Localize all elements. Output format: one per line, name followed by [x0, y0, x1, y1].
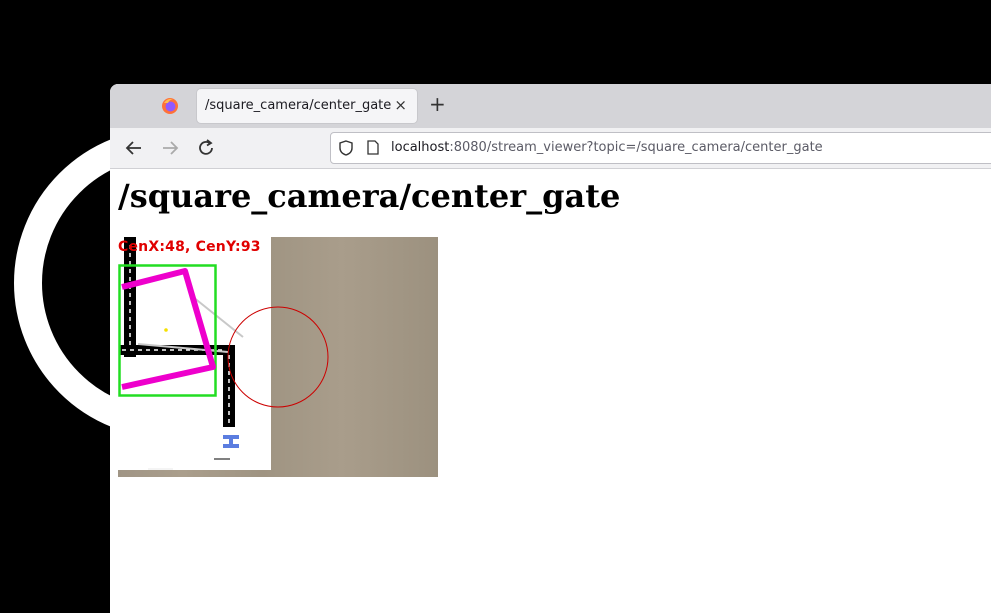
- detection-overlay: [118, 237, 329, 470]
- reload-icon[interactable]: [194, 136, 218, 160]
- firefox-icon[interactable]: [161, 97, 179, 115]
- back-arrow-icon[interactable]: [122, 136, 146, 160]
- url-bar[interactable]: localhost:8080/stream_viewer?topic=/squa…: [330, 132, 991, 164]
- center-dot: [164, 328, 168, 332]
- shield-icon[interactable]: [339, 140, 353, 156]
- page-content: /square_camera/center_gate CenX:48, CenY…: [110, 169, 991, 613]
- tab-bar: /square_camera/center_gate × +: [110, 84, 991, 128]
- page-title: /square_camera/center_gate: [118, 177, 621, 215]
- page-icon[interactable]: [367, 140, 379, 155]
- close-tab-icon[interactable]: ×: [394, 96, 407, 114]
- tab-title: /square_camera/center_gate: [205, 98, 392, 113]
- browser-window: /square_camera/center_gate × + localhost…: [110, 84, 991, 613]
- target-circle: [227, 306, 329, 408]
- camera-stream-image: CenX:48, CenY:93: [118, 237, 438, 477]
- tab-active[interactable]: /square_camera/center_gate ×: [197, 89, 417, 123]
- forward-arrow-icon[interactable]: [158, 136, 182, 160]
- center-coordinates-label: CenX:48, CenY:93: [118, 239, 261, 255]
- navigation-bar: localhost:8080/stream_viewer?topic=/squa…: [110, 128, 991, 169]
- url-path: :8080/stream_viewer?topic=/square_camera…: [449, 140, 823, 155]
- url-text: localhost:8080/stream_viewer?topic=/squa…: [391, 140, 823, 155]
- new-tab-button[interactable]: +: [429, 94, 446, 114]
- url-host: localhost: [391, 140, 450, 155]
